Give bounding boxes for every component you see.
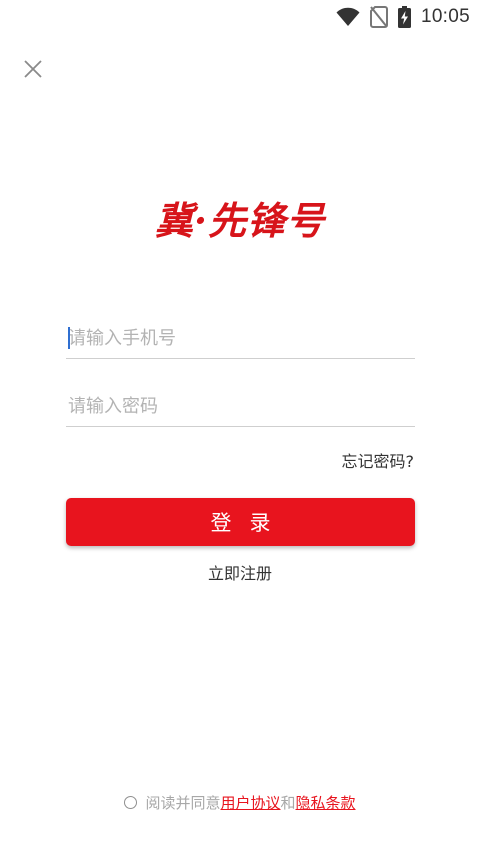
phone-input[interactable] — [66, 318, 415, 358]
password-field-container — [66, 386, 415, 427]
login-button[interactable]: 登录 — [66, 498, 415, 546]
register-link[interactable]: 立即注册 — [0, 560, 480, 584]
status-icons: 10:05 — [336, 4, 470, 30]
close-button[interactable] — [18, 54, 48, 84]
privacy-policy-link[interactable]: 隐私条款 — [296, 792, 356, 813]
status-time: 10:05 — [420, 6, 470, 27]
app-logo: 冀·先锋号 — [154, 198, 326, 243]
wifi-icon — [336, 7, 360, 26]
agreement-prefix: 阅读并同意 — [145, 794, 221, 812]
status-bar: 10:05 — [0, 0, 480, 34]
agreement-radio[interactable] — [124, 796, 138, 809]
agreement-conjunction: 和 — [280, 794, 296, 812]
text-caret — [68, 327, 70, 349]
no-sim-icon — [369, 6, 388, 28]
close-icon — [24, 60, 42, 78]
password-input[interactable] — [66, 386, 415, 426]
user-agreement-link[interactable]: 用户协议 — [220, 792, 280, 813]
battery-charging-icon — [397, 6, 411, 28]
phone-field-container — [66, 318, 415, 359]
agreement-row: 阅读并同意 用户协议和隐私条款 — [0, 792, 480, 813]
forgot-password-link[interactable]: 忘记密码? — [342, 448, 415, 472]
